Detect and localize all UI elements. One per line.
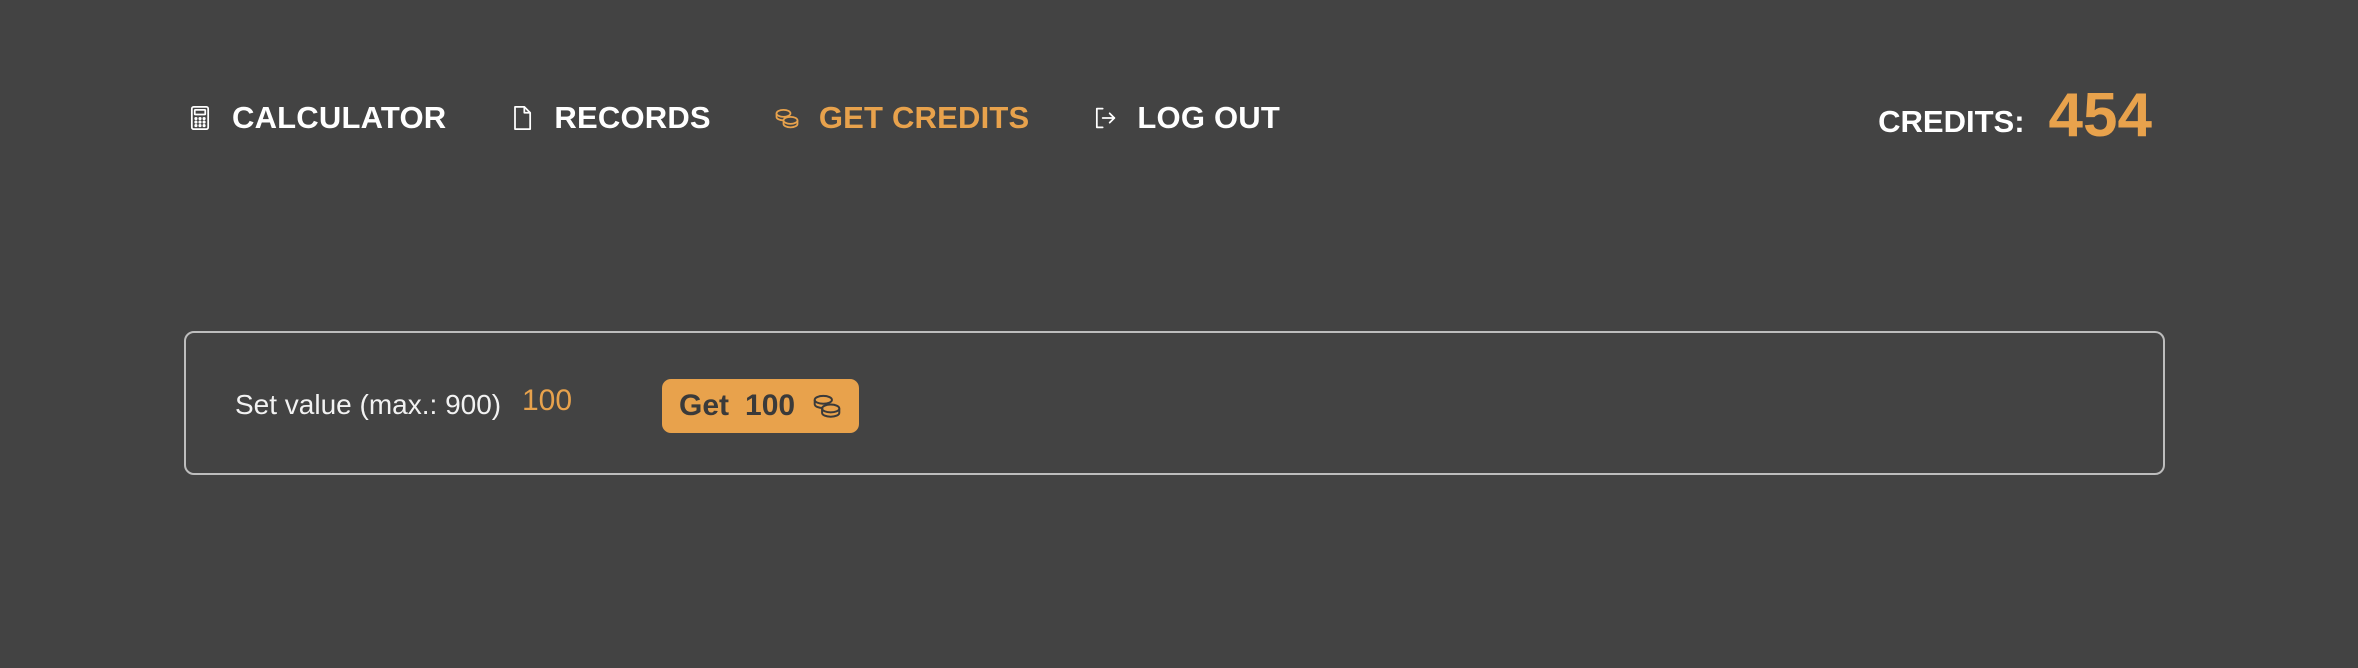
document-icon — [508, 104, 536, 132]
nav-item-calculator[interactable]: CALCULATOR — [186, 96, 446, 140]
app-page: CALCULATOR RECORDS GET CREDITS LOG OUT C… — [0, 0, 2358, 668]
nav-item-get-credits[interactable]: GET CREDITS — [773, 96, 1030, 140]
credit-amount-input[interactable] — [522, 381, 602, 421]
get-button-prefix: Get — [679, 389, 730, 422]
credits-label: CREDITS: — [1878, 104, 2025, 139]
calculator-icon — [186, 104, 214, 132]
nav-item-label: RECORDS — [554, 100, 711, 135]
nav-item-records[interactable]: RECORDS — [508, 96, 711, 140]
main-nav: CALCULATOR RECORDS GET CREDITS LOG OUT — [186, 96, 1342, 140]
logout-icon — [1091, 104, 1119, 132]
nav-item-label: GET CREDITS — [818, 100, 1030, 135]
set-value-label: Set value (max.: 900) — [235, 389, 502, 420]
get-button-amount: 100 — [745, 389, 796, 422]
nav-item-log-out[interactable]: LOG OUT — [1091, 96, 1280, 140]
get-credits-button[interactable]: Get 100 — [662, 379, 860, 433]
credits-display: CREDITS: 454 — [1878, 80, 2152, 150]
credits-value: 454 — [2048, 80, 2152, 150]
nav-item-label: CALCULATOR — [232, 100, 447, 135]
get-credits-panel: Set value (max.: 900) Get 100 — [184, 331, 2165, 475]
nav-item-label: LOG OUT — [1137, 100, 1281, 135]
coins-icon — [811, 392, 843, 420]
coins-icon — [773, 104, 801, 132]
